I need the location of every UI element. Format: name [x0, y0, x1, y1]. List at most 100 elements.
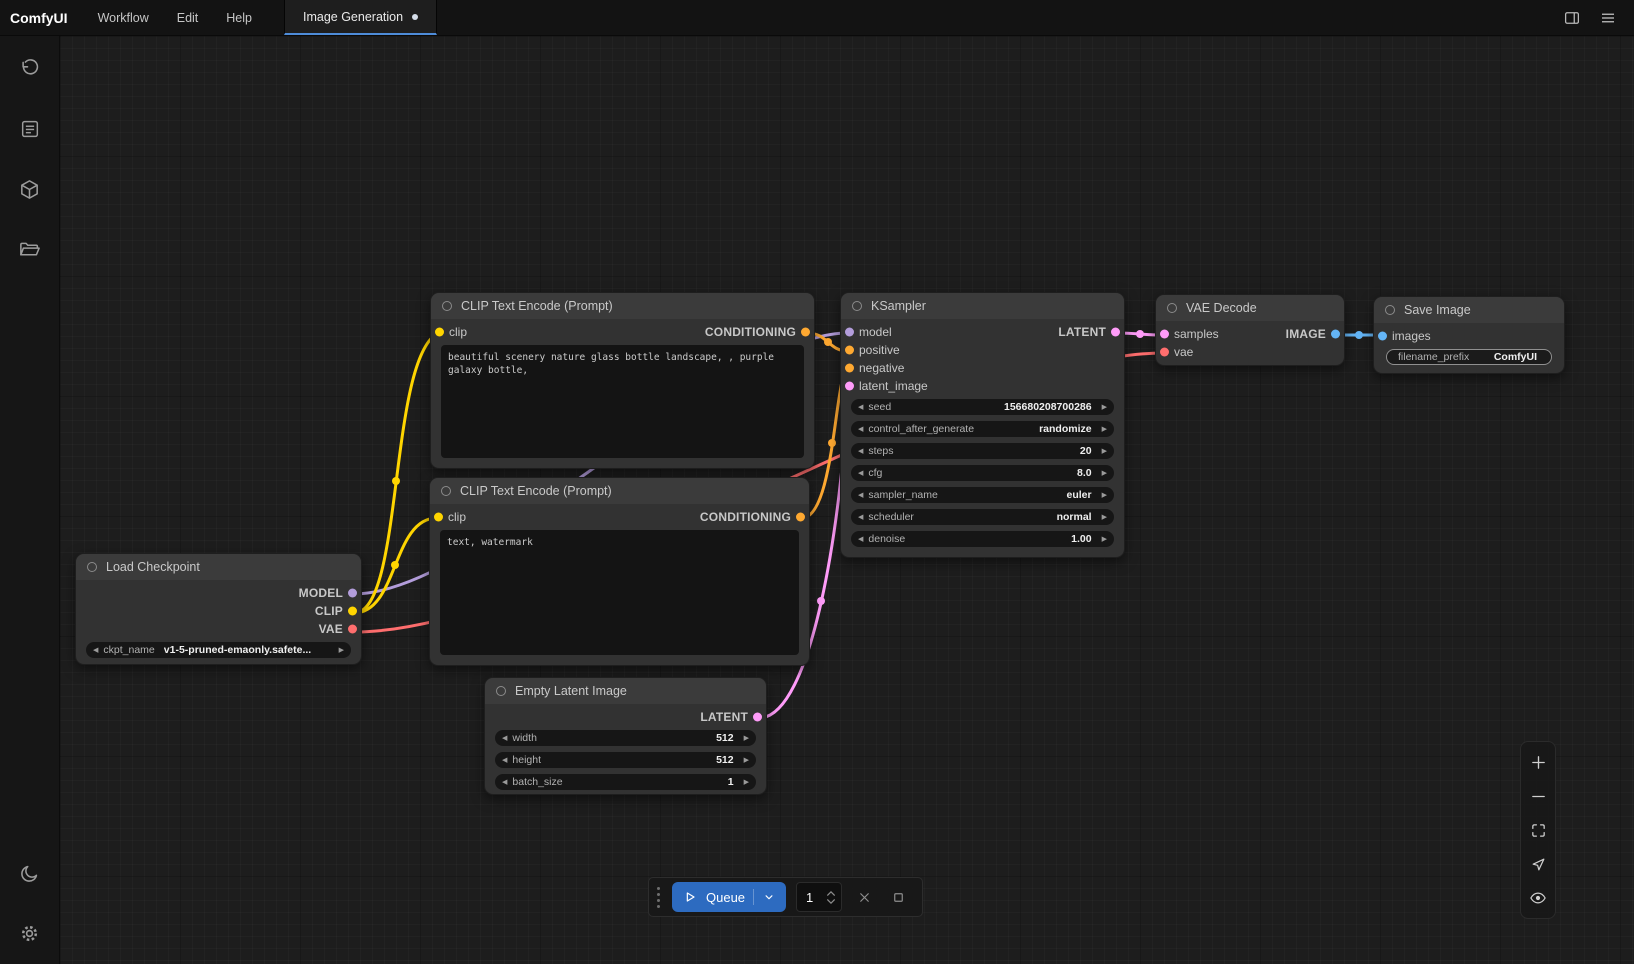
input-slot-vae[interactable]	[1160, 348, 1169, 357]
toggle-link-visibility-button[interactable]	[1523, 881, 1553, 915]
decrement-arrow-icon[interactable]: ◀	[858, 492, 863, 499]
increment-arrow-icon[interactable]: ▶	[339, 647, 344, 654]
widget-height[interactable]: ◀ height 512 ▶	[495, 752, 756, 768]
output-slot-latent[interactable]	[1111, 328, 1120, 337]
widget-width[interactable]: ◀ width 512 ▶	[495, 730, 756, 746]
increment-arrow-icon[interactable]: ▶	[1102, 536, 1107, 543]
output-slot-latent[interactable]	[753, 713, 762, 722]
stepper-up-icon[interactable]	[826, 890, 836, 897]
node-empty-latent-image[interactable]: Empty Latent Image LATENT ◀ width 512 ▶ …	[484, 677, 767, 795]
increment-arrow-icon[interactable]: ▶	[1102, 426, 1107, 433]
queue-button[interactable]: Queue	[672, 882, 786, 912]
increment-arrow-icon[interactable]: ▶	[1102, 448, 1107, 455]
zoom-out-button[interactable]	[1523, 779, 1553, 813]
widget-ckpt-name[interactable]: ◀ ckpt_name v1-5-pruned-emaonly.safete..…	[86, 642, 351, 658]
input-slot-model[interactable]	[845, 328, 854, 337]
input-slot-samples[interactable]	[1160, 330, 1169, 339]
sidebar-item-node-library[interactable]	[9, 108, 51, 150]
collapse-toggle-icon[interactable]	[441, 486, 451, 496]
node-header[interactable]: Empty Latent Image	[485, 678, 766, 704]
drag-handle[interactable]	[655, 887, 662, 908]
decrement-arrow-icon[interactable]: ◀	[858, 470, 863, 477]
input-slot-positive[interactable]	[845, 346, 854, 355]
output-slot-vae[interactable]	[348, 625, 357, 634]
collapse-toggle-icon[interactable]	[442, 301, 452, 311]
zoom-in-button[interactable]	[1523, 745, 1553, 779]
prompt-textarea[interactable]: beautiful scenery nature glass bottle la…	[441, 345, 804, 458]
widget-filename-prefix[interactable]: filename_prefix ComfyUI	[1386, 349, 1552, 365]
increment-arrow-icon[interactable]: ▶	[1102, 514, 1107, 521]
sidebar-item-model-library[interactable]	[9, 168, 51, 210]
node-header[interactable]: CLIP Text Encode (Prompt)	[431, 293, 814, 319]
node-clip-text-encode-positive[interactable]: CLIP Text Encode (Prompt) clip CONDITION…	[430, 292, 815, 469]
node-vae-decode[interactable]: VAE Decode samples IMAGE vae	[1155, 294, 1345, 366]
widget-cfg[interactable]: ◀ cfg 8.0 ▶	[851, 465, 1114, 481]
sidebar-item-history[interactable]	[9, 48, 51, 90]
increment-arrow-icon[interactable]: ▶	[1102, 404, 1107, 411]
menu-edit[interactable]: Edit	[163, 0, 213, 35]
collapse-toggle-icon[interactable]	[852, 301, 862, 311]
node-ksampler[interactable]: KSampler model LATENT positive negative …	[840, 292, 1125, 558]
theme-toggle-button[interactable]	[9, 852, 51, 894]
node-header[interactable]: VAE Decode	[1156, 295, 1344, 321]
stepper-down-icon[interactable]	[826, 898, 836, 905]
input-slot-negative[interactable]	[845, 364, 854, 373]
decrement-arrow-icon[interactable]: ◀	[858, 448, 863, 455]
sidebar-item-workflows[interactable]	[9, 228, 51, 270]
collapse-toggle-icon[interactable]	[1385, 305, 1395, 315]
node-clip-text-encode-negative[interactable]: CLIP Text Encode (Prompt) clip CONDITION…	[429, 477, 810, 666]
decrement-arrow-icon[interactable]: ◀	[858, 514, 863, 521]
increment-arrow-icon[interactable]: ▶	[744, 735, 749, 742]
decrement-arrow-icon[interactable]: ◀	[502, 735, 507, 742]
cancel-button[interactable]	[852, 885, 876, 909]
node-save-image[interactable]: Save Image images filename_prefix ComfyU…	[1373, 296, 1565, 374]
collapse-toggle-icon[interactable]	[87, 562, 97, 572]
prompt-textarea[interactable]: text, watermark	[440, 530, 799, 655]
node-load-checkpoint[interactable]: Load Checkpoint MODEL CLIP VAE ◀ ckpt_na…	[75, 553, 362, 665]
select-mode-button[interactable]	[1523, 847, 1553, 881]
workflow-tab[interactable]: Image Generation	[284, 0, 437, 35]
node-header[interactable]: Load Checkpoint	[76, 554, 361, 580]
widget-control-after-generate[interactable]: ◀ control_after_generate randomize ▶	[851, 421, 1114, 437]
output-slot-clip[interactable]	[348, 607, 357, 616]
menu-help[interactable]: Help	[212, 0, 266, 35]
node-header[interactable]: Save Image	[1374, 297, 1564, 323]
menu-workflow[interactable]: Workflow	[84, 0, 163, 35]
decrement-arrow-icon[interactable]: ◀	[502, 779, 507, 786]
increment-arrow-icon[interactable]: ▶	[1102, 470, 1107, 477]
widget-seed[interactable]: ◀ seed 156680208700286 ▶	[851, 399, 1114, 415]
widget-value: 156680208700286	[1004, 401, 1095, 413]
widget-sampler-name[interactable]: ◀ sampler_name euler ▶	[851, 487, 1114, 503]
chevron-down-icon[interactable]	[762, 890, 776, 904]
panel-toggle-button[interactable]	[1558, 4, 1586, 32]
settings-button[interactable]	[9, 912, 51, 954]
node-header[interactable]: KSampler	[841, 293, 1124, 319]
input-slot-clip[interactable]	[435, 328, 444, 337]
widget-scheduler[interactable]: ◀ scheduler normal ▶	[851, 509, 1114, 525]
input-slot-latent-image[interactable]	[845, 382, 854, 391]
decrement-arrow-icon[interactable]: ◀	[858, 536, 863, 543]
batch-count-input[interactable]: 1	[796, 882, 842, 912]
widget-batch-size[interactable]: ◀ batch_size 1 ▶	[495, 774, 756, 790]
collapse-toggle-icon[interactable]	[496, 686, 506, 696]
output-slot-image[interactable]	[1331, 330, 1340, 339]
increment-arrow-icon[interactable]: ▶	[744, 757, 749, 764]
input-slot-clip[interactable]	[434, 513, 443, 522]
decrement-arrow-icon[interactable]: ◀	[858, 426, 863, 433]
decrement-arrow-icon[interactable]: ◀	[858, 404, 863, 411]
node-header[interactable]: CLIP Text Encode (Prompt)	[430, 478, 809, 504]
output-slot-model[interactable]	[348, 589, 357, 598]
widget-denoise[interactable]: ◀ denoise 1.00 ▶	[851, 531, 1114, 547]
output-slot-conditioning[interactable]	[796, 513, 805, 522]
increment-arrow-icon[interactable]: ▶	[744, 779, 749, 786]
main-menu-button[interactable]	[1594, 4, 1622, 32]
fit-view-button[interactable]	[1523, 813, 1553, 847]
stop-button[interactable]	[886, 885, 910, 909]
decrement-arrow-icon[interactable]: ◀	[93, 647, 98, 654]
decrement-arrow-icon[interactable]: ◀	[502, 757, 507, 764]
output-slot-conditioning[interactable]	[801, 328, 810, 337]
collapse-toggle-icon[interactable]	[1167, 303, 1177, 313]
input-slot-images[interactable]	[1378, 332, 1387, 341]
increment-arrow-icon[interactable]: ▶	[1102, 492, 1107, 499]
widget-steps[interactable]: ◀ steps 20 ▶	[851, 443, 1114, 459]
